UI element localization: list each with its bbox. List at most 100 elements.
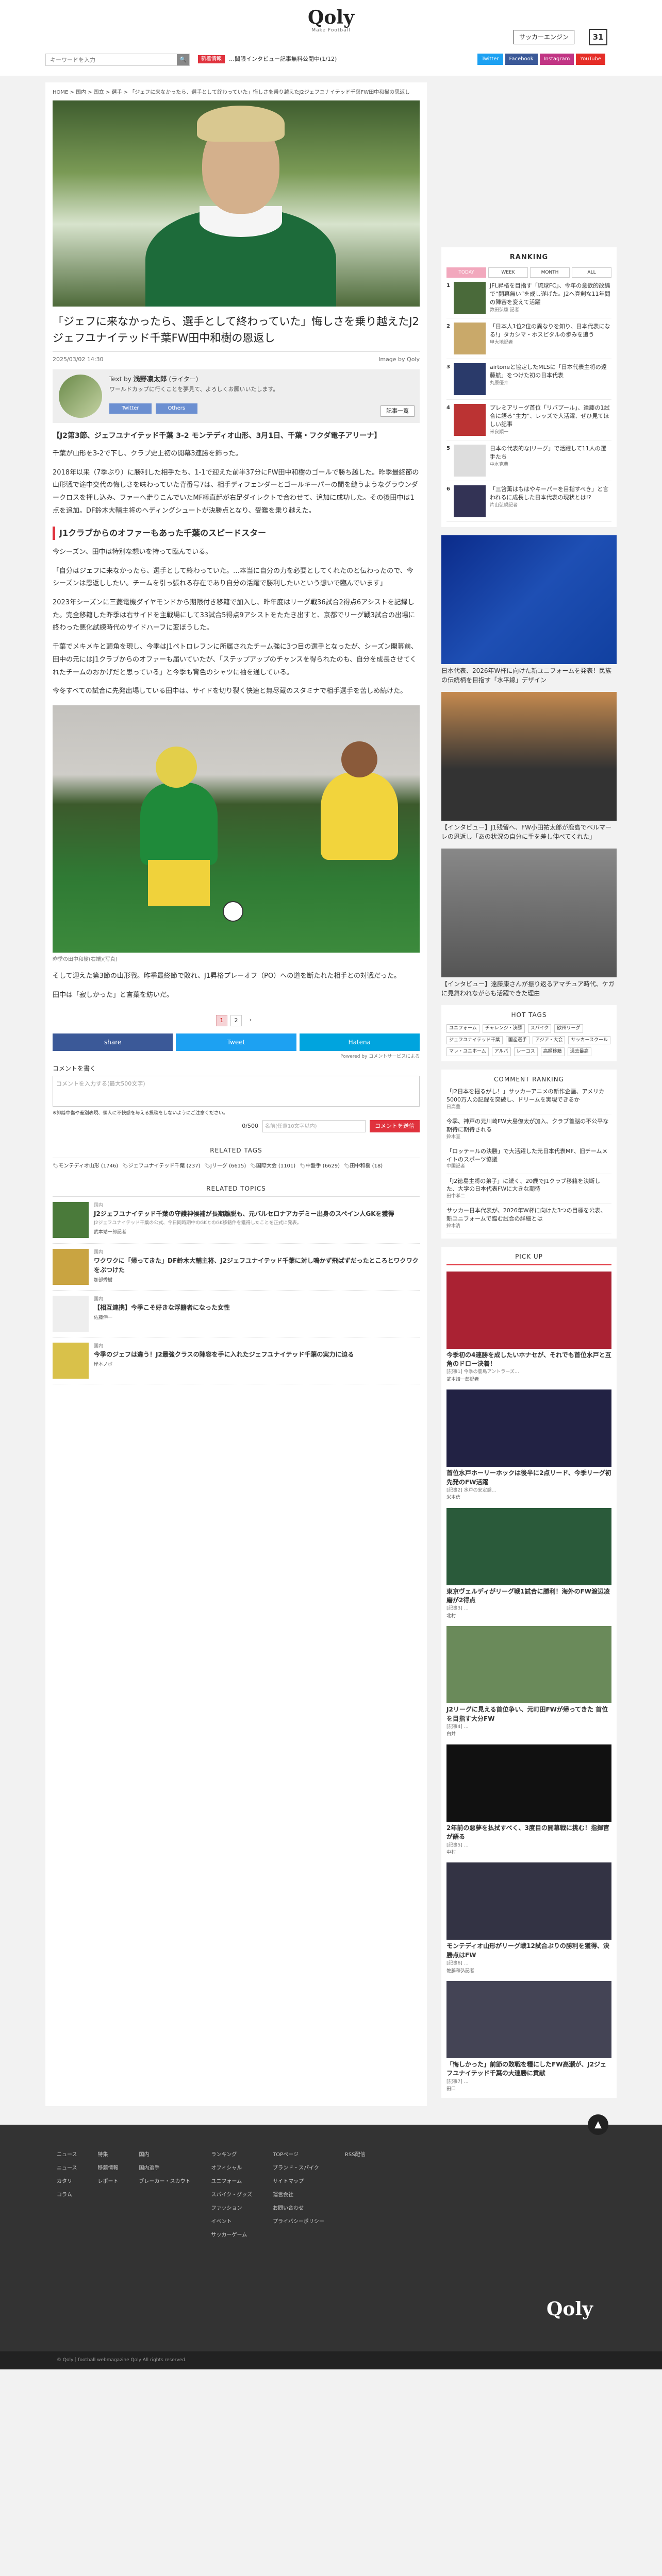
site-logo[interactable]: Qoly Make Football	[305, 8, 357, 34]
footer-link[interactable]: プライバシーポリシー	[273, 2215, 324, 2229]
comment-textarea[interactable]: コメントを入力する(最大500文字)	[53, 1075, 420, 1107]
author-others-button[interactable]: Others	[155, 403, 198, 414]
tag-link[interactable]: 国際大会 (1101)	[250, 1162, 295, 1171]
pickup-image[interactable]	[446, 1980, 611, 2058]
salary-link[interactable]: サッカーエンジン	[514, 30, 575, 44]
interview-ad-image[interactable]	[441, 849, 617, 978]
pickup-item[interactable]: モンテディオ山形がリーグ戦12試合ぶりの勝利を獲得、決勝点はFW [記事6] … 佐…	[446, 1862, 611, 1975]
ranking-title[interactable]: 日本の代表的なJリーグ」で活躍して11人の選手たち	[490, 445, 611, 461]
tag-link[interactable]: 田中和樹 (18)	[344, 1162, 383, 1171]
footer-link[interactable]: ブランド・スパイク	[273, 2162, 324, 2175]
pickup-image[interactable]	[446, 1389, 611, 1467]
hot-tag[interactable]: アルバ	[491, 1047, 511, 1056]
footer-link[interactable]: 国内	[139, 2148, 191, 2162]
pickup-item[interactable]: 今季初の4連勝を成したいホナセが、それでも首位水戸と互角のドロー決着！ [記事1]…	[446, 1271, 611, 1384]
tab-month[interactable]: MONTH	[530, 267, 570, 278]
tab-week[interactable]: WEEK	[488, 267, 528, 278]
comment-ranking-item[interactable]: 「J2徳島主将の弟子」に続く、20歳でJ1クラブ移籍を決断した、大学の日本代表F…	[446, 1174, 611, 1204]
instagram-link[interactable]: Instagram	[539, 54, 574, 65]
ranking-title[interactable]: 「三笘薫はもはやキーパーを目指すべき」と言われるに成長した日本代表の現状とは!?	[490, 485, 611, 502]
ad-caption[interactable]: 【インタビュー】J1残留へ、FW小田祐太郎が鹿島でベルマーレの恩返し「あの状況の…	[441, 823, 617, 841]
comment-submit-button[interactable]: コメントを送信	[370, 1120, 420, 1133]
back-to-top-icon[interactable]: ▲	[588, 2114, 608, 2136]
next-page-icon[interactable]: ›	[245, 1015, 256, 1026]
ad-caption[interactable]: 【インタビュー】遠藤康さんが振り返るアマチュア時代、ケガに見舞われながらも活躍で…	[441, 979, 617, 998]
footer-logo[interactable]: Qoly	[547, 2295, 593, 2325]
topic-title[interactable]: 今季のジェフは違う！J2最強クラスの陣容を手に入れたジェフユナイテッド千葉の実力…	[94, 1350, 420, 1359]
search-icon[interactable]: 🔍	[177, 54, 189, 65]
cr-title[interactable]: 「J2徳島主将の弟子」に続く、20歳でJ1クラブ移籍を決断した、大学の日本代表F…	[446, 1177, 611, 1194]
pickup-item[interactable]: 「悔しかった」前節の敗戦を糧にしたFW高瀬が、J2ジェフユナイテッド千葉の大連勝…	[446, 1980, 611, 2093]
tag-link[interactable]: ジェフユナイテッド千葉 (237)	[122, 1162, 201, 1171]
footer-link[interactable]: ニュース	[57, 2162, 77, 2175]
youtube-link[interactable]: YouTube	[576, 54, 606, 65]
ranking-item[interactable]: 3 airtoneと協定したMLSに「日本代表主将の遠藤航」をつけた初の日本代表丸…	[446, 359, 611, 400]
pickup-item[interactable]: 2年前の悪夢を払拭すべく、3度目の開幕戦に挑む！指揮官が語る [記事5] … 中村	[446, 1744, 611, 1857]
ranking-title[interactable]: JFL昇格を目指す「琉球FC」、今年の意欲的改編で“開幕無い”を成し遂げた。J2…	[490, 282, 611, 307]
hot-tag[interactable]: 過去最高	[567, 1047, 591, 1056]
pickup-item[interactable]: 首位水戸ホーリーホックは後半に2点リード、今季リーグ初先発のFW活躍 [記事2] …	[446, 1389, 611, 1502]
rss-link[interactable]: RSS配信	[345, 2148, 366, 2162]
pickup-image[interactable]	[446, 1626, 611, 1704]
footer-link[interactable]: サッカーゲーム	[211, 2229, 253, 2242]
footer-link[interactable]: カタリ	[57, 2175, 77, 2189]
footer-link[interactable]: お問い合わせ	[273, 2202, 324, 2215]
hot-tag[interactable]: レーコス	[514, 1047, 538, 1056]
hatena-button[interactable]: Hatena	[299, 1033, 420, 1052]
hot-tag[interactable]: 高額移籍	[540, 1047, 565, 1056]
pickup-title[interactable]: モンテディオ山形がリーグ戦12試合ぶりの勝利を獲得、決勝点はFW	[446, 1942, 611, 1960]
footer-link[interactable]: ブレーカー・スカウト	[139, 2175, 191, 2189]
comment-ranking-item[interactable]: サッカー日本代表が、2026年W杯に向けた3つの目標を公表、新ユニフォームで臨む…	[446, 1204, 611, 1234]
footer-link[interactable]: 国内選手	[139, 2162, 191, 2175]
pickup-image[interactable]	[446, 1507, 611, 1585]
pickup-image[interactable]	[446, 1862, 611, 1940]
interview-ad-image[interactable]	[441, 692, 617, 821]
news-ticker[interactable]: 新着情報 …聞限インタビュー記事無料公開中(1/12)	[198, 55, 337, 64]
topic-title[interactable]: J2ジェフユナイテッド千葉の守護神候補が長期離脱も、元バルセロナアカデミー出身の…	[94, 1209, 420, 1218]
page-2[interactable]: 2	[230, 1015, 242, 1027]
cr-title[interactable]: 「J2日本を揺るがし！」サッカーアニメの新作企画、アメリカ5000万人の記録を突…	[446, 1088, 611, 1104]
tweet-button[interactable]: Tweet	[176, 1033, 296, 1052]
tab-all[interactable]: ALL	[572, 267, 611, 278]
ranking-item[interactable]: 5 日本の代表的なJリーグ」で活躍して11人の選手たち 中水克典	[446, 440, 611, 482]
ranking-title[interactable]: airtoneと協定したMLSに「日本代表主将の遠藤航」をつけた初の日本代表	[490, 363, 611, 380]
uniform-ad-image[interactable]	[441, 535, 617, 665]
cr-title[interactable]: サッカー日本代表が、2026年W杯に向けた3つの目標を公表、新ユニフォームで臨む…	[446, 1207, 611, 1223]
footer-link[interactable]: 移籍情報	[98, 2162, 119, 2175]
footer-link[interactable]: ニュース	[57, 2148, 77, 2162]
topic-title[interactable]: 【相互連携】今季こそ好きな浮籍者になった女性	[94, 1303, 420, 1312]
ranking-item[interactable]: 4 プレミアリーグ首位「リバプール」、遠藤の1試合に語る“主力”、レッズで大活躍、…	[446, 400, 611, 441]
footer-link[interactable]: サイトマップ	[273, 2175, 324, 2189]
hot-tag[interactable]: マレ・ユニホーム	[446, 1047, 489, 1056]
ranking-title[interactable]: プレミアリーグ首位「リバプール」、遠藤の1試合に語る“主力”、レッズで大活躍、ぜ…	[490, 404, 611, 429]
topic-item[interactable]: 国内 今季のジェフは違う！J2最強クラスの陣容を手に入れたジェフユナイテッド千葉の…	[53, 1337, 420, 1384]
footer-link[interactable]: 運営会社	[273, 2189, 324, 2202]
search-input[interactable]	[46, 54, 177, 65]
ranking-item[interactable]: 2 「日本人1位2位の異なりを知り、日本代表になる!」タカシマ・ホスピタルの歩みを…	[446, 318, 611, 359]
comment-name-field[interactable]: 名前(任意10文字以内)	[262, 1120, 366, 1133]
twitter-link[interactable]: Twitter	[477, 54, 503, 65]
ranking-title[interactable]: 「日本人1位2位の異なりを知り、日本代表になる!」タカシマ・ホスピタルの歩みを追…	[490, 323, 611, 339]
facebook-link[interactable]: Facebook	[505, 54, 538, 65]
pickup-item[interactable]: 東京ヴェルディがリーグ戦1試合に勝利！海外のFW渡辺凌磨が2得点 [記事3] … 北…	[446, 1507, 611, 1620]
footer-link[interactable]: レポート	[98, 2175, 119, 2189]
pickup-title[interactable]: 東京ヴェルディがリーグ戦1試合に勝利！海外のFW渡辺凌磨が2得点	[446, 1587, 611, 1605]
comment-ranking-item[interactable]: 「ロッテールの決勝」で大活躍した元日本代表MF、旧チームメイトのスポーツ協議 中国…	[446, 1144, 611, 1174]
ranking-item[interactable]: 1 JFL昇格を目指す「琉球FC」、今年の意欲的改編で“開幕無い”を成し遂げた。J…	[446, 278, 611, 318]
pickup-title[interactable]: 「悔しかった」前節の敗戦を糧にしたFW高瀬が、J2ジェフユナイテッド千葉の大連勝…	[446, 2060, 611, 2078]
pickup-image[interactable]	[446, 1271, 611, 1349]
footer-link[interactable]: オフィシャル	[211, 2162, 253, 2175]
hot-tag[interactable]: 国産選手	[505, 1036, 529, 1045]
topic-item[interactable]: 国内 【相互連携】今季こそ好きな浮籍者になった女性 佐藤伸一	[53, 1291, 420, 1337]
footer-link[interactable]: TOPページ	[273, 2148, 324, 2162]
hot-tag[interactable]: チャレンジ・決勝	[482, 1024, 525, 1033]
tag-link[interactable]: Jリーグ (6615)	[204, 1162, 246, 1171]
footer-link[interactable]: スパイク・グッズ	[211, 2189, 253, 2202]
hot-tag[interactable]: アジア・大会	[532, 1036, 566, 1045]
tab-today[interactable]: TODAY	[446, 267, 486, 278]
author-twitter-button[interactable]: Twitter	[109, 403, 152, 414]
cr-title[interactable]: 今季、神戸の元川崎FW大島僚太が加入、クラブ首脳の不公平な期待に期待される	[446, 1117, 611, 1134]
footer-link[interactable]: ファッション	[211, 2202, 253, 2215]
author-articles-button[interactable]: 記事一覧	[380, 405, 415, 417]
hot-tag[interactable]: ジェフユナイテッド千葉	[446, 1036, 503, 1045]
